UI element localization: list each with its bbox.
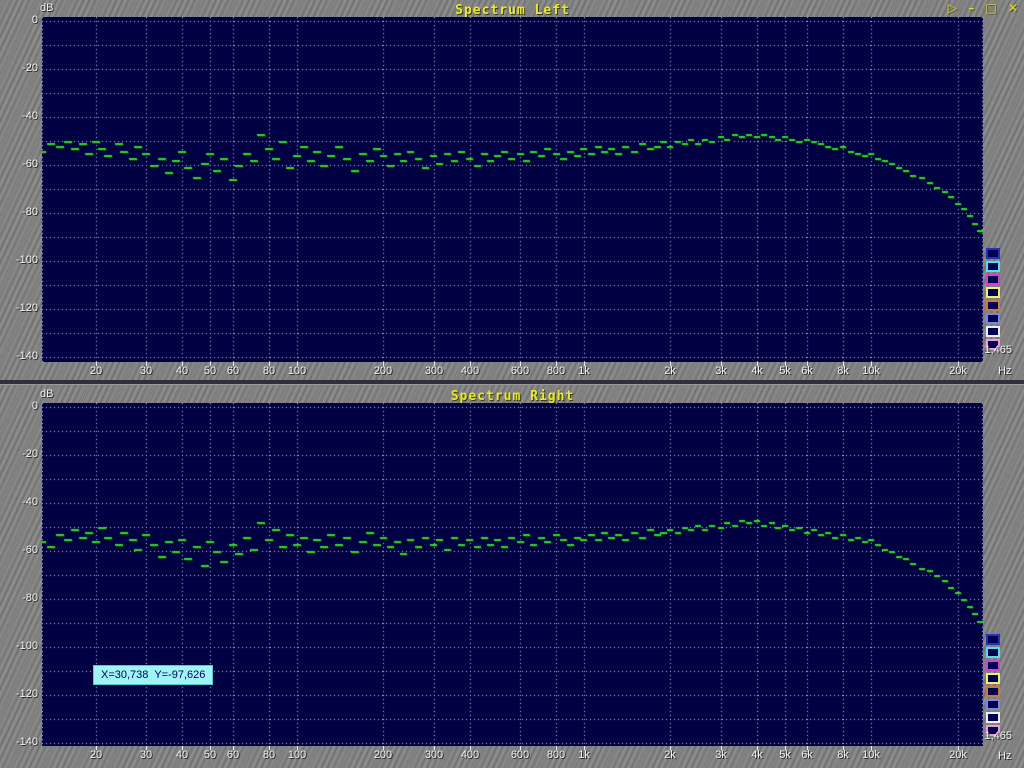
x-axis-unit-label-left: Hz [998,365,1011,378]
y-axis-label: -140 [0,736,38,749]
x-axis-label: 2k [653,749,687,762]
y-axis-label: -60 [0,158,38,171]
x-axis-label: 100 [280,749,314,762]
panel-title-right: Spectrum Right [42,389,983,404]
x-axis-label: 30 [129,365,163,378]
x-axis-label: 300 [417,365,451,378]
cursor-coordinates-tooltip: X=30,738 Y=-97,626 [93,665,213,685]
x-axis-label: 30 [129,749,163,762]
y-axis-label: -40 [0,496,38,509]
x-axis-label: 6k [790,749,824,762]
y-axis-label: -80 [0,206,38,219]
x-axis-label: 200 [366,749,400,762]
x-axis-label: 600 [503,749,537,762]
close-icon[interactable]: ✕ [1008,1,1018,15]
x-axis-label: 400 [453,749,487,762]
legend-palette-left [986,248,1000,352]
x-axis-label: 600 [503,365,537,378]
spectrum-plot-left[interactable] [42,17,983,362]
window-controls: ▷ – □ ✕ [941,1,1018,15]
y-axis-label: -120 [0,302,38,315]
legend-color-swatch[interactable] [986,261,1000,272]
y-axis-label: 0 [0,400,38,413]
y-axis-label: 0 [0,14,38,27]
play-icon[interactable]: ▷ [948,1,957,15]
legend-color-swatch[interactable] [986,248,1000,259]
cursor-frequency-readout-left: 1,465 [960,344,1012,357]
x-axis-label: 200 [366,365,400,378]
y-axis-label: -80 [0,592,38,605]
x-axis-label: 400 [453,365,487,378]
x-axis-label: 6k [790,365,824,378]
x-axis-label: 3k [704,365,738,378]
x-axis-label: 2k [653,365,687,378]
spectrum-trace-left-canvas [42,17,983,362]
y-axis-label: -20 [0,448,38,461]
y-axis-label: -60 [0,544,38,557]
legend-color-swatch[interactable] [986,300,1000,311]
y-axis-label: -120 [0,688,38,701]
y-axis-label: -100 [0,254,38,267]
legend-color-swatch[interactable] [986,287,1000,298]
spectrum-plot-right[interactable] [42,403,983,746]
x-axis-label: 20 [79,749,113,762]
x-axis-label: 20k [941,365,975,378]
legend-color-swatch[interactable] [986,274,1000,285]
legend-color-swatch[interactable] [986,712,1000,723]
maximize-icon[interactable]: □ [985,1,996,15]
x-axis-label: 20 [79,365,113,378]
panel-separator [0,380,1024,385]
legend-color-swatch[interactable] [986,313,1000,324]
y-axis-label: -140 [0,350,38,363]
minimize-icon[interactable]: – [968,1,974,15]
x-axis-label: 60 [216,749,250,762]
panel-title-left: Spectrum Left [42,3,983,18]
x-axis-label: 1k [567,365,601,378]
legend-color-swatch[interactable] [986,660,1000,671]
x-axis-label: 3k [704,749,738,762]
cursor-frequency-readout-right: 1,465 [960,730,1012,743]
x-axis-label: 100 [280,365,314,378]
legend-color-swatch[interactable] [986,673,1000,684]
x-axis-label: 10k [854,749,888,762]
x-axis-label: 60 [216,365,250,378]
legend-color-swatch[interactable] [986,634,1000,645]
legend-color-swatch[interactable] [986,686,1000,697]
x-axis-unit-label-right: Hz [998,750,1011,763]
y-axis-label: -20 [0,62,38,75]
spectrum-trace-right-canvas [42,403,983,746]
legend-palette-right [986,634,1000,738]
legend-color-swatch[interactable] [986,699,1000,710]
x-axis-label: 300 [417,749,451,762]
x-axis-label: 1k [567,749,601,762]
x-axis-label: 10k [854,365,888,378]
y-axis-label: -100 [0,640,38,653]
legend-color-swatch[interactable] [986,326,1000,337]
legend-color-swatch[interactable] [986,647,1000,658]
y-axis-label: -40 [0,110,38,123]
x-axis-label: 20k [941,749,975,762]
